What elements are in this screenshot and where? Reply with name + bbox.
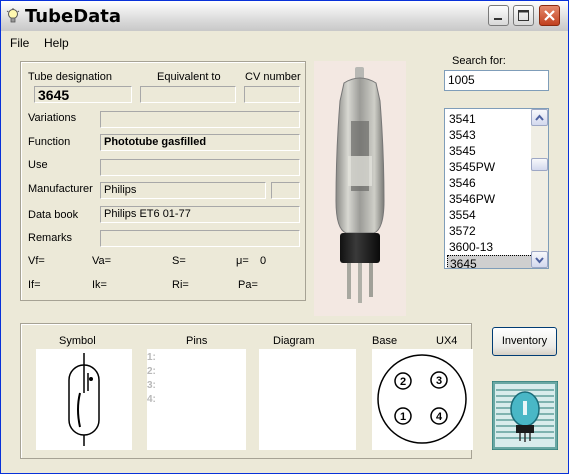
remarks-field[interactable]: [100, 230, 300, 247]
tube-logo: [492, 381, 558, 450]
pins-label: Pins: [186, 335, 208, 347]
scroll-up-icon: [535, 114, 544, 121]
search-label: Search for:: [452, 55, 506, 67]
manufacturer-field[interactable]: Philips: [100, 182, 266, 199]
function-label: Function: [28, 136, 71, 148]
minimize-button[interactable]: [488, 5, 509, 26]
ik-label: Ik=: [92, 279, 107, 291]
maximize-button[interactable]: [513, 5, 534, 26]
lightbulb-icon: [6, 8, 20, 23]
base-pinout-diagram: 2 3 1 4: [377, 354, 467, 444]
base-panel: 2 3 1 4: [372, 349, 473, 450]
search-input[interactable]: 1005: [444, 70, 549, 91]
base-label: Base: [372, 335, 398, 347]
vf-label: Vf=: [28, 255, 45, 267]
title-bar[interactable]: TubeData: [1, 1, 568, 31]
symbol-panel: [36, 349, 132, 450]
ri-label: Ri=: [172, 279, 189, 291]
symbol-label: Symbol: [59, 335, 96, 347]
diagram-panel: [259, 349, 356, 450]
cv-number-label: CV number: [245, 71, 301, 83]
tube-list[interactable]: 3541 3543 3545 3545PW 3546 3546PW 3554 3572 3600…: [444, 108, 549, 269]
menu-file-label: File: [10, 36, 30, 50]
window-title: TubeData: [25, 6, 122, 27]
manufacturer-label: Manufacturer: [28, 183, 93, 195]
scroll-down-button[interactable]: [531, 251, 548, 268]
use-field[interactable]: [100, 159, 300, 176]
function-field[interactable]: Phototube gasfilled: [100, 134, 300, 151]
base-pin-1: 1: [400, 411, 406, 423]
data-book-label: Data book: [28, 209, 79, 221]
menu-help[interactable]: Help: [44, 36, 69, 50]
va-label: Va=: [92, 255, 112, 267]
phototube-symbol: [68, 353, 100, 446]
minimize-icon: [494, 18, 502, 20]
close-icon: [544, 10, 555, 21]
diagram-label: Diagram: [273, 335, 315, 347]
data-book-field[interactable]: Philips ET6 01-77: [100, 206, 300, 223]
if-label: If=: [28, 279, 41, 291]
maximize-icon: [518, 10, 529, 21]
base-pin-2: 2: [400, 376, 406, 388]
pin-4: 4:: [147, 394, 156, 405]
base-pin-3: 3: [436, 375, 442, 387]
use-label: Use: [28, 159, 48, 171]
base-pin-4: 4: [436, 411, 443, 423]
menu-help-label: Help: [44, 36, 69, 50]
menu-bar: File Help: [1, 33, 568, 53]
mu-value: 0: [260, 255, 267, 267]
pin-2: 2:: [147, 366, 156, 377]
equivalent-field[interactable]: [140, 86, 236, 103]
pins-panel: 1: 2: 3: 4:: [147, 349, 246, 450]
mu-label: μ=: [236, 255, 249, 267]
pin-3: 3:: [147, 380, 156, 391]
scroll-thumb[interactable]: [531, 158, 548, 171]
manufacturer-extra-field[interactable]: [271, 182, 300, 199]
scroll-up-button[interactable]: [531, 109, 548, 126]
tube-photo: [314, 61, 406, 316]
list-scrollbar[interactable]: [531, 109, 548, 268]
s-label: S=: [172, 255, 186, 267]
main-window: TubeData File Help Tube designation Equi…: [0, 0, 569, 474]
variations-label: Variations: [28, 112, 77, 124]
inventory-button[interactable]: Inventory: [492, 327, 557, 356]
remarks-label: Remarks: [28, 232, 73, 244]
designation-label: Tube designation: [28, 71, 112, 83]
designation-field[interactable]: 3645: [34, 86, 132, 103]
base-type-label: UX4: [436, 335, 458, 347]
cv-number-field[interactable]: [244, 86, 300, 103]
close-button[interactable]: [539, 5, 560, 26]
equivalent-label: Equivalent to: [157, 71, 221, 83]
variations-field[interactable]: [100, 111, 300, 128]
pa-label: Pa=: [238, 279, 258, 291]
scroll-down-icon: [535, 257, 544, 264]
pin-1: 1:: [147, 352, 156, 363]
menu-file[interactable]: File: [10, 36, 29, 50]
